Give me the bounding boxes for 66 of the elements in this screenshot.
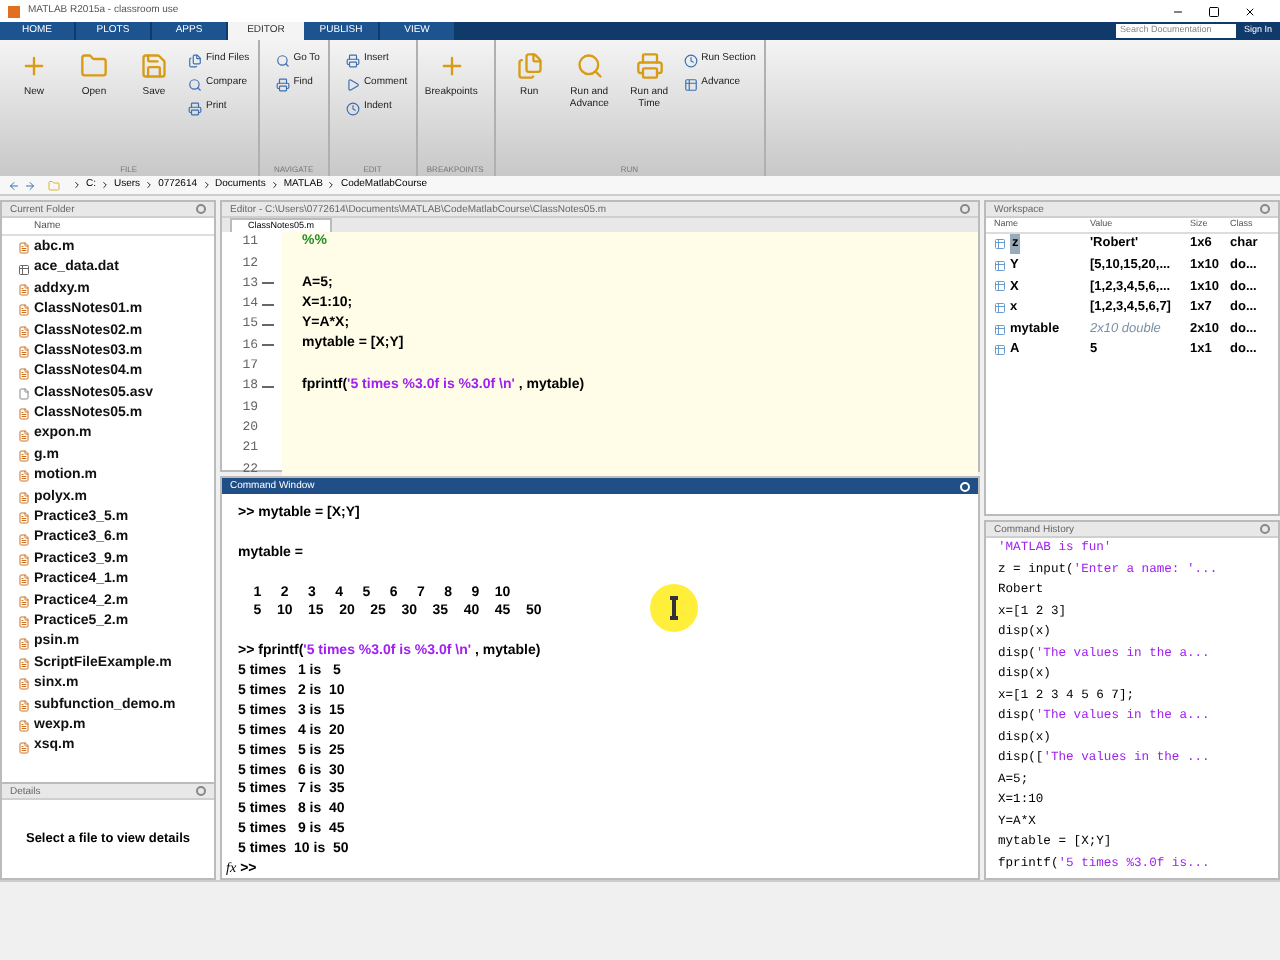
variable-icon xyxy=(994,323,1006,336)
toolbar-icon xyxy=(635,52,664,80)
script-file-icon xyxy=(18,367,30,380)
script-file-icon xyxy=(18,325,30,338)
toolbar-icon xyxy=(275,53,290,67)
script-file-icon xyxy=(18,242,30,255)
toolbar-icon xyxy=(20,52,48,80)
breadcrumb-separator-icon xyxy=(100,180,110,190)
app-icon xyxy=(8,5,20,17)
breadcrumb-separator-icon xyxy=(201,180,212,190)
toolbar-icon xyxy=(188,53,202,67)
toolbar-icon xyxy=(188,101,202,115)
variable-icon xyxy=(994,344,1006,357)
breakpoint-marker[interactable] xyxy=(262,323,274,326)
toolbar-icon xyxy=(345,101,360,115)
script-file-icon xyxy=(18,533,30,546)
cursor-highlight-icon xyxy=(650,584,698,632)
toolbar-icon xyxy=(683,53,698,67)
script-file-icon xyxy=(18,283,30,296)
script-file-icon xyxy=(18,470,30,483)
back-icon[interactable] xyxy=(8,179,20,191)
script-file-icon xyxy=(18,304,30,317)
script-file-icon xyxy=(18,346,30,359)
breakpoint-marker[interactable] xyxy=(262,303,274,306)
forward-icon[interactable] xyxy=(24,179,36,191)
toolbar-icon xyxy=(140,52,168,80)
maximize-icon[interactable] xyxy=(1208,5,1220,17)
script-file-icon xyxy=(18,741,30,754)
file-icon xyxy=(18,387,30,400)
script-file-icon xyxy=(18,574,30,587)
breadcrumb-separator-icon xyxy=(144,180,155,190)
breadcrumb-separator-icon xyxy=(72,180,82,190)
breadcrumb-separator-icon xyxy=(269,180,280,190)
script-file-icon xyxy=(18,720,30,733)
breadcrumb-separator-icon xyxy=(326,180,337,190)
toolbar-icon xyxy=(188,77,202,91)
script-file-icon xyxy=(18,491,30,504)
toolbar-icon xyxy=(515,52,544,80)
toolbar-icon xyxy=(575,52,604,80)
toolbar-icon xyxy=(437,52,466,80)
script-file-icon xyxy=(18,554,30,567)
toolbar-icon xyxy=(80,52,108,80)
breakpoint-marker[interactable] xyxy=(262,385,274,388)
breakpoint-marker[interactable] xyxy=(262,282,274,285)
script-file-icon xyxy=(18,450,30,463)
script-file-icon xyxy=(18,429,30,442)
toolbar-icon xyxy=(345,77,360,91)
variable-icon xyxy=(994,259,1006,272)
data-file-icon xyxy=(18,263,30,276)
script-file-icon xyxy=(18,408,30,421)
script-file-icon xyxy=(18,699,30,712)
toolbar-icon xyxy=(345,53,360,67)
script-file-icon xyxy=(18,637,30,650)
variable-icon xyxy=(994,238,1006,251)
toolbar-icon xyxy=(683,77,698,91)
script-file-icon xyxy=(18,512,30,525)
script-file-icon xyxy=(18,678,30,691)
close-icon[interactable] xyxy=(1244,5,1256,17)
variable-icon xyxy=(994,280,1006,293)
toolbar-icon xyxy=(275,77,290,91)
variable-icon xyxy=(994,302,1006,315)
script-file-icon xyxy=(18,616,30,629)
script-file-icon xyxy=(18,595,30,608)
script-file-icon xyxy=(18,658,30,670)
breakpoint-marker[interactable] xyxy=(262,344,274,347)
minimize-icon[interactable] xyxy=(1172,5,1184,17)
